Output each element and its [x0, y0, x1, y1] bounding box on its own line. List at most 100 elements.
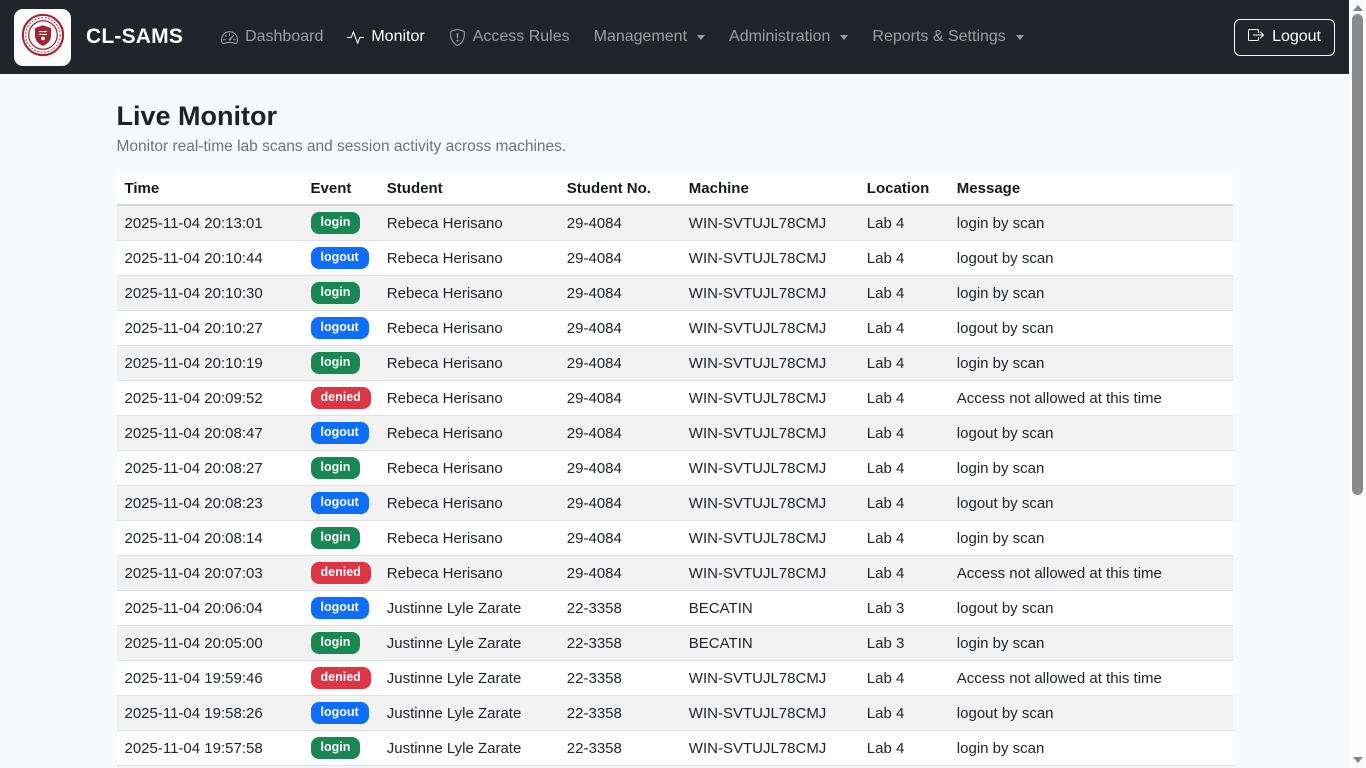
shield-exclamation-icon: [449, 29, 466, 46]
event-badge-logout: logout: [311, 597, 369, 619]
cell-time: 2025-11-04 20:10:19: [117, 346, 303, 381]
nav-item-administration[interactable]: Administration: [717, 20, 860, 54]
nav-label: Reports & Settings: [872, 28, 1005, 46]
table-row: 2025-11-04 20:05:00loginJustinne Lyle Za…: [117, 626, 1233, 661]
table-row: 2025-11-04 20:06:04logoutJustinne Lyle Z…: [117, 591, 1233, 626]
cell-location: Lab 4: [859, 205, 949, 241]
cell-event: login: [303, 626, 379, 661]
cell-time: 2025-11-04 19:57:58: [117, 731, 303, 766]
cell-event: login: [303, 731, 379, 766]
cell-machine: WIN-SVTUJL78CMJ: [681, 205, 859, 241]
table-row: 2025-11-04 20:10:44logoutRebeca Herisano…: [117, 241, 1233, 276]
nav-item-monitor[interactable]: Monitor: [335, 20, 436, 54]
event-badge-logout: logout: [311, 422, 369, 444]
cell-machine: BECATIN: [681, 591, 859, 626]
app-brand[interactable]: CL-SAMS: [86, 25, 183, 49]
main-nav: Dashboard Monitor Access Rules: [209, 20, 1036, 54]
nav-item-reports-settings[interactable]: Reports & Settings: [860, 20, 1035, 54]
event-badge-logout: logout: [311, 317, 369, 339]
cell-location: Lab 4: [859, 276, 949, 311]
cell-event: denied: [303, 381, 379, 416]
event-badge-login: login: [311, 352, 361, 374]
cell-event: logout: [303, 486, 379, 521]
cell-student: Rebeca Herisano: [379, 451, 559, 486]
cell-location: Lab 4: [859, 696, 949, 731]
vertical-scrollbar[interactable]: [1349, 0, 1366, 768]
chevron-down-icon: [1016, 35, 1024, 40]
cell-student-no: 22-3358: [559, 661, 681, 696]
cell-student: Rebeca Herisano: [379, 381, 559, 416]
cell-event: login: [303, 276, 379, 311]
seal-icon: [20, 12, 66, 63]
page-title: Live Monitor: [117, 100, 1233, 132]
nav-item-dashboard[interactable]: Dashboard: [209, 20, 335, 54]
table-row: 2025-11-04 20:10:19loginRebeca Herisano2…: [117, 346, 1233, 381]
cell-machine: BECATIN: [681, 626, 859, 661]
table-row: 2025-11-04 20:08:47logoutRebeca Herisano…: [117, 416, 1233, 451]
cell-event: logout: [303, 591, 379, 626]
activity-icon: [347, 29, 364, 46]
nav-label: Access Rules: [473, 28, 570, 46]
cell-student-no: 29-4084: [559, 486, 681, 521]
cell-message: logout by scan: [949, 311, 1233, 346]
cell-location: Lab 3: [859, 591, 949, 626]
table-row: 2025-11-04 20:09:52deniedRebeca Herisano…: [117, 381, 1233, 416]
event-badge-denied: denied: [311, 387, 371, 409]
event-badge-denied: denied: [311, 562, 371, 584]
cell-student: Rebeca Herisano: [379, 241, 559, 276]
monitor-table-body: 2025-11-04 20:13:01loginRebeca Herisano2…: [117, 205, 1233, 768]
cell-student-no: 29-4084: [559, 556, 681, 591]
page-subtitle: Monitor real-time lab scans and session …: [117, 138, 1233, 156]
event-badge-login: login: [311, 212, 361, 234]
cell-time: 2025-11-04 20:13:01: [117, 205, 303, 241]
cell-time: 2025-11-04 20:10:30: [117, 276, 303, 311]
cell-machine: WIN-SVTUJL78CMJ: [681, 311, 859, 346]
cell-student-no: 22-3358: [559, 626, 681, 661]
logout-label: Logout: [1272, 28, 1321, 46]
cell-machine: WIN-SVTUJL78CMJ: [681, 731, 859, 766]
cell-time: 2025-11-04 19:58:26: [117, 696, 303, 731]
table-row: 2025-11-04 20:10:30loginRebeca Herisano2…: [117, 276, 1233, 311]
cell-student: Justinne Lyle Zarate: [379, 626, 559, 661]
cell-student: Rebeca Herisano: [379, 521, 559, 556]
event-badge-logout: logout: [311, 492, 369, 514]
cell-message: Access not allowed at this time: [949, 661, 1233, 696]
cell-event: login: [303, 205, 379, 241]
cell-message: login by scan: [949, 451, 1233, 486]
event-badge-login: login: [311, 457, 361, 479]
cell-time: 2025-11-04 20:08:23: [117, 486, 303, 521]
cell-machine: WIN-SVTUJL78CMJ: [681, 346, 859, 381]
cell-student: Rebeca Herisano: [379, 556, 559, 591]
cell-machine: WIN-SVTUJL78CMJ: [681, 381, 859, 416]
cell-message: login by scan: [949, 626, 1233, 661]
event-badge-logout: logout: [311, 702, 369, 724]
scrollbar-thumb[interactable]: [1352, 14, 1363, 495]
cell-message: Access not allowed at this time: [949, 556, 1233, 591]
cell-machine: WIN-SVTUJL78CMJ: [681, 521, 859, 556]
table-row: 2025-11-04 20:07:03deniedRebeca Herisano…: [117, 556, 1233, 591]
cell-location: Lab 4: [859, 416, 949, 451]
cell-location: Lab 3: [859, 626, 949, 661]
cell-message: logout by scan: [949, 591, 1233, 626]
cell-message: login by scan: [949, 731, 1233, 766]
university-seal-logo[interactable]: [14, 9, 71, 66]
scrollbar-down-arrow-icon[interactable]: [1353, 757, 1363, 763]
nav-item-access-rules[interactable]: Access Rules: [437, 20, 582, 54]
event-badge-login: login: [311, 527, 361, 549]
cell-machine: WIN-SVTUJL78CMJ: [681, 276, 859, 311]
logout-button[interactable]: Logout: [1234, 19, 1335, 56]
table-row: 2025-11-04 19:59:46deniedJustinne Lyle Z…: [117, 661, 1233, 696]
cell-message: login by scan: [949, 205, 1233, 241]
col-header-location: Location: [859, 173, 949, 205]
nav-item-management[interactable]: Management: [582, 20, 717, 54]
event-badge-logout: logout: [311, 247, 369, 269]
app-viewport: CL-SAMS Dashboard Monitor: [0, 0, 1349, 768]
live-monitor-table: Time Event Student Student No. Machine L…: [117, 173, 1233, 768]
cell-machine: WIN-SVTUJL78CMJ: [681, 661, 859, 696]
cell-student: Rebeca Herisano: [379, 486, 559, 521]
scrollbar-up-arrow-icon[interactable]: [1353, 5, 1363, 11]
cell-student-no: 29-4084: [559, 241, 681, 276]
cell-message: login by scan: [949, 346, 1233, 381]
cell-message: logout by scan: [949, 486, 1233, 521]
cell-event: denied: [303, 556, 379, 591]
